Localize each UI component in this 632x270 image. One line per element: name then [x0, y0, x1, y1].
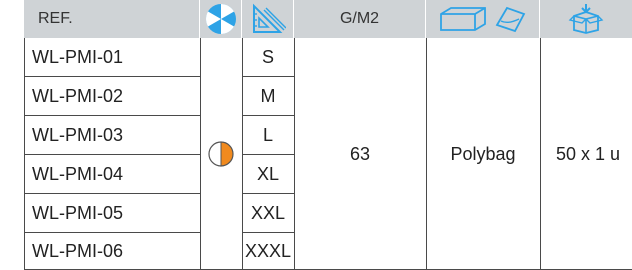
table-row-ref: WL-PMI-05 — [24, 194, 200, 232]
size-value: M — [260, 85, 276, 106]
size-value: L — [262, 124, 273, 145]
table-row-ref: WL-PMI-04 — [24, 155, 200, 193]
size-cell: M — [242, 77, 294, 115]
table-row-ref: WL-PMI-01 — [24, 38, 200, 76]
header-size — [242, 0, 294, 38]
carton-cell: 50 x 1 u — [540, 38, 632, 270]
table-row-ref: WL-PMI-02 — [24, 77, 200, 115]
size-cell: XXXL — [242, 233, 294, 270]
size-cell: XL — [242, 155, 294, 193]
gsm-cell: 63 — [294, 38, 426, 270]
header-color — [200, 0, 242, 38]
size-value: XL — [256, 163, 280, 184]
packaging-cell: Polybag — [426, 38, 540, 270]
ref-value: WL-PMI-01 — [32, 46, 124, 67]
size-cell: XXL — [242, 194, 294, 232]
color-swatch-cell — [200, 38, 242, 270]
ref-value: WL-PMI-02 — [32, 85, 124, 106]
table-row-ref: WL-PMI-03 — [24, 116, 200, 154]
carton-box-icon — [568, 4, 604, 34]
ref-value: WL-PMI-03 — [32, 124, 124, 145]
box-icon — [439, 7, 486, 31]
size-value: XXL — [250, 202, 286, 223]
product-table: REF. G/M2 WL-PMI-01 WL-PMI-02 WL-PMI-03 … — [0, 0, 632, 270]
size-value: S — [261, 46, 274, 67]
half-orange-circle-icon — [208, 141, 234, 167]
size-value: XXXL — [244, 241, 292, 261]
header-ref: REF. — [24, 0, 200, 38]
ref-value: WL-PMI-04 — [32, 163, 124, 184]
header-gsm-label: G/M2 — [339, 10, 380, 27]
table-row-ref: WL-PMI-06 — [24, 233, 200, 270]
header-carton — [540, 0, 632, 38]
gsm-value: 63 — [349, 143, 371, 164]
set-square-ruler-icon — [252, 3, 286, 33]
color-wheel-icon — [205, 3, 236, 35]
size-cell: S — [242, 38, 294, 76]
header-ref-label: REF. — [38, 10, 73, 27]
bag-icon — [495, 6, 525, 33]
packaging-value: Polybag — [450, 143, 516, 164]
ref-value: WL-PMI-05 — [32, 202, 124, 223]
ref-value: WL-PMI-06 — [32, 241, 124, 261]
header-packaging — [426, 0, 540, 38]
carton-value: 50 x 1 u — [556, 143, 621, 164]
size-cell: L — [242, 116, 294, 154]
header-gsm: G/M2 — [294, 0, 426, 38]
